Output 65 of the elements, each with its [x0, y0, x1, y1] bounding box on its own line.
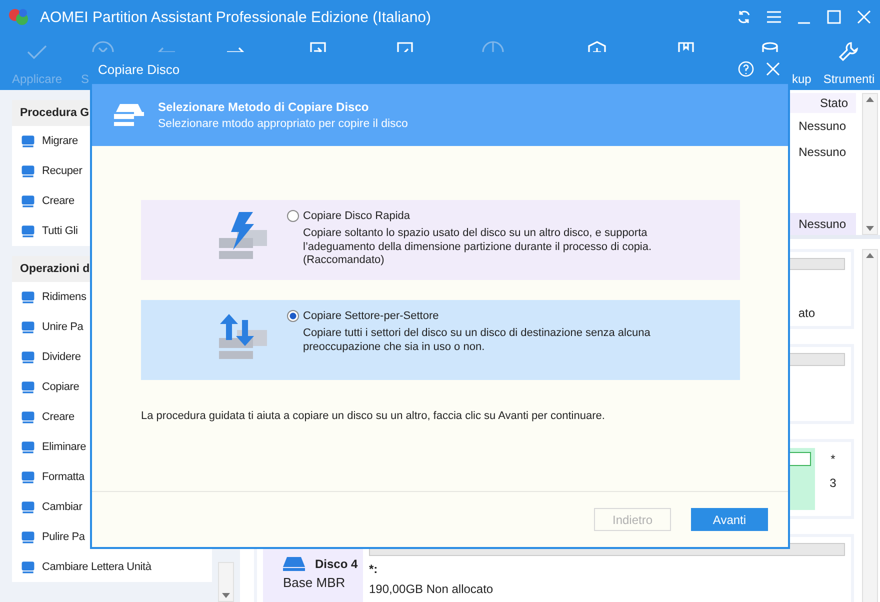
- partition-icon: [20, 529, 36, 545]
- app-logo-icon: [8, 7, 30, 27]
- sidebar-item[interactable]: Pulire Pa: [42, 531, 85, 543]
- menu-icon[interactable]: [766, 9, 782, 25]
- partition-label: *: [830, 452, 836, 466]
- partition-icon: [20, 439, 36, 455]
- radio-option[interactable]: Copiare Settore-per-Settore: [287, 310, 693, 322]
- guide-text: La procedura guidata ti aiuta a copiare un disco su un altro, faccia clic su Avanti per continuare.: [141, 410, 606, 422]
- settings-icon[interactable]: [837, 40, 861, 64]
- sidebar-item[interactable]: Copiare: [42, 381, 80, 393]
- scroll-down-icon[interactable]: [866, 226, 874, 231]
- disk-type: Base MBR: [283, 575, 346, 590]
- radio-button[interactable]: [287, 310, 299, 322]
- radio-button[interactable]: [287, 210, 299, 222]
- radio-option[interactable]: Copiare Disco Rapida: [287, 210, 693, 222]
- table-cell-text: Nessuno: [798, 118, 847, 135]
- disks-icon: [112, 102, 146, 128]
- sidebar-item[interactable]: Tutti Gli: [42, 225, 78, 237]
- wizard-icon: [20, 133, 36, 149]
- refresh-icon[interactable]: [736, 9, 752, 25]
- copy-option[interactable]: Copiare Settore-per-Settore Copiare tutti i settori del disco su un disco di destinazione senza alcuna preoccupazione che sia in uso o non.: [141, 300, 740, 380]
- scrollbar[interactable]: [862, 249, 878, 602]
- partition-letter: *:: [369, 562, 379, 576]
- dialog-title: Copiare Disco: [98, 62, 181, 76]
- sidebar-item[interactable]: Formatta: [42, 471, 84, 483]
- partition-icon: [20, 379, 36, 395]
- partition-icon: [20, 289, 36, 305]
- partition-icon: [20, 349, 36, 365]
- partition-label: 3: [830, 476, 836, 490]
- sidebar-item[interactable]: Creare: [42, 411, 74, 423]
- close-icon[interactable]: [766, 62, 780, 76]
- partition-label: ato: [798, 306, 815, 320]
- window-title: AOMEI Partition Assistant Professionale Edizione (Italiano): [40, 8, 432, 26]
- sidebar-item[interactable]: Migrare: [42, 135, 78, 147]
- sidebar-item[interactable]: Ridimens: [42, 291, 86, 303]
- sidebar-item[interactable]: Dividere: [42, 351, 81, 363]
- sidebar-item[interactable]: Cambiar: [42, 501, 82, 513]
- maximize-icon[interactable]: [826, 9, 842, 25]
- wizard-icon: [20, 163, 36, 179]
- option-description: Copiare soltanto lo spazio usato del disco su un altro disco, e supporta l’adeguamento della dimensione partizione durante il processo di copia.(Raccomandato): [303, 227, 653, 268]
- sidebar-item[interactable]: Unire Pa: [42, 321, 84, 333]
- partition-icon: [20, 409, 36, 425]
- help-icon[interactable]: [738, 61, 754, 77]
- close-icon[interactable]: [856, 9, 872, 25]
- wizard-icon: [20, 193, 36, 209]
- wizard-icon: [20, 223, 36, 239]
- scroll-up-icon[interactable]: [866, 97, 874, 102]
- partition-icon: [20, 499, 36, 515]
- option-description: Copiare tutti i settori del disco su un disco di destinazione senza alcuna preoccupazione che sia in uso o non.: [303, 327, 652, 354]
- sidebar-item[interactable]: Creare: [42, 195, 74, 207]
- scroll-down-icon[interactable]: [222, 593, 230, 598]
- sidebar-item[interactable]: Recuper: [42, 165, 82, 177]
- sidebar-item[interactable]: Cambiare Lettera Unità: [42, 561, 152, 573]
- partition-info: 190,00GB Non allocato: [369, 582, 494, 596]
- scrollbar[interactable]: [862, 93, 878, 235]
- disk-icon: [283, 557, 305, 571]
- partition-icon: [20, 559, 36, 575]
- scrollbar[interactable]: [218, 562, 234, 602]
- disk-name: Disco 4: [315, 557, 358, 571]
- sidebar-item[interactable]: Eliminare: [42, 441, 86, 453]
- scroll-up-icon[interactable]: [866, 253, 874, 258]
- copy-option[interactable]: Copiare Disco Rapida Copiare soltanto lo spazio usato del disco su un altro disco, e supporta l’adeguamento della dimensione partizione durante il processo di copia.(Raccomandato): [141, 200, 740, 280]
- table-cell-text: Nessuno: [798, 144, 847, 161]
- partition-icon: [20, 469, 36, 485]
- partition-icon: [20, 319, 36, 335]
